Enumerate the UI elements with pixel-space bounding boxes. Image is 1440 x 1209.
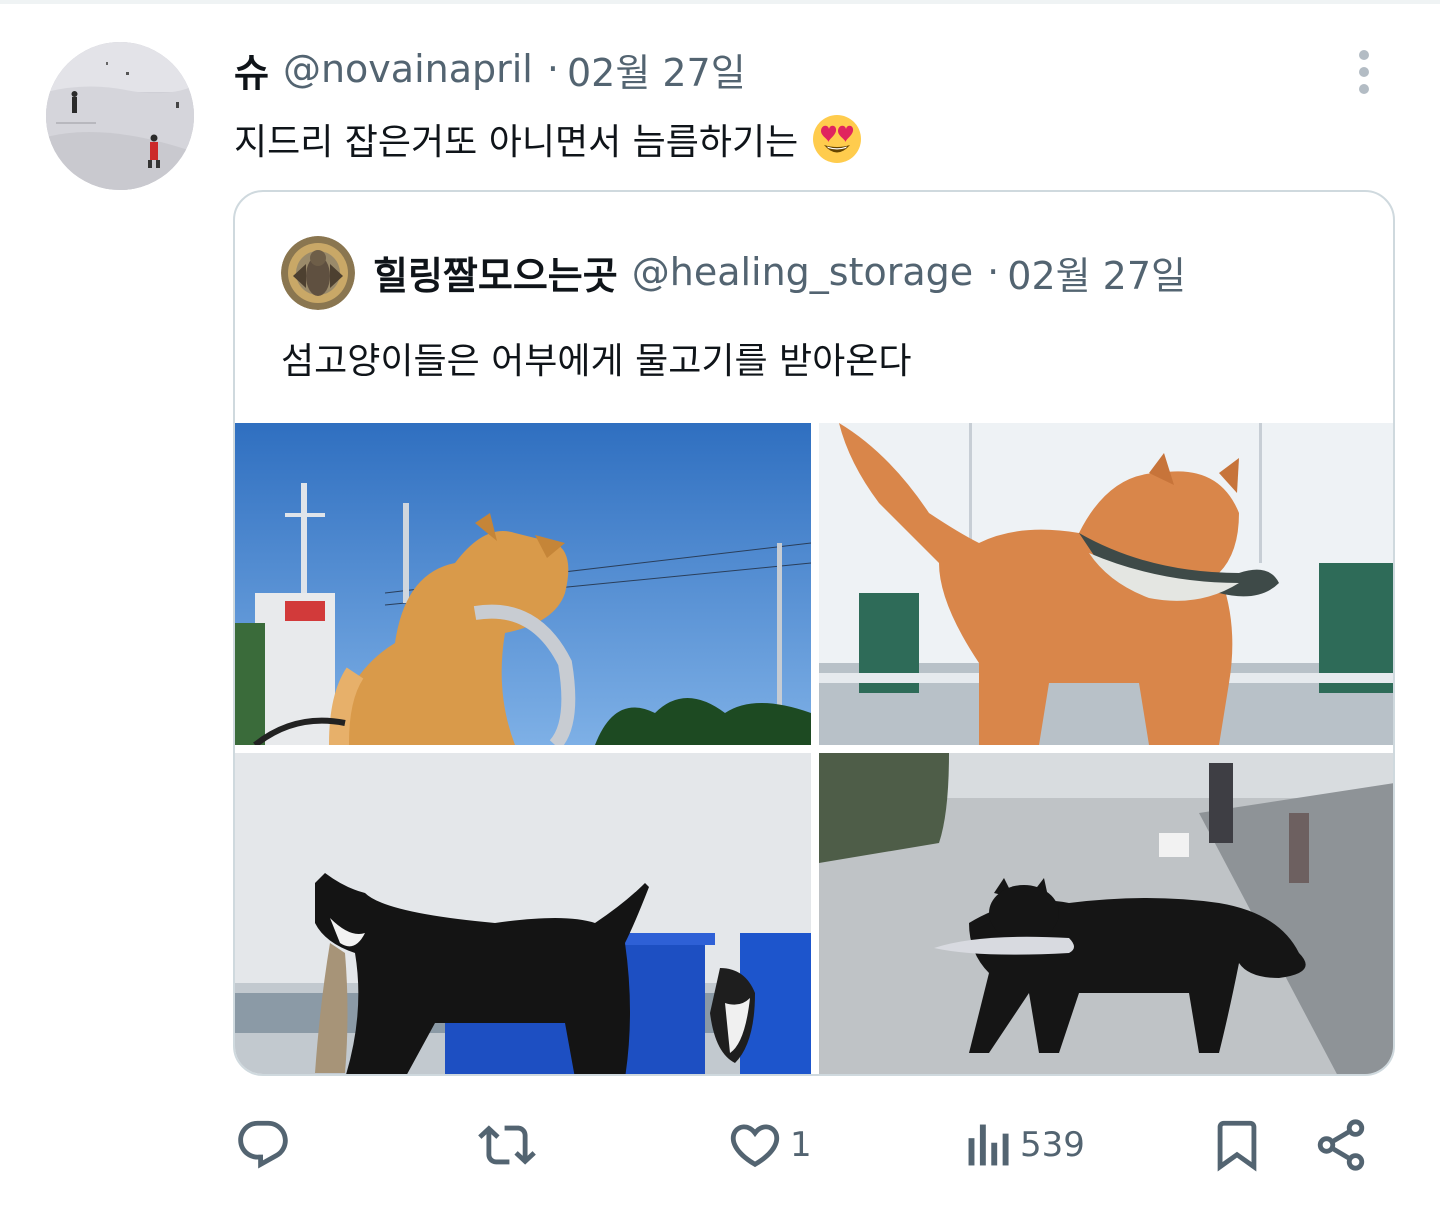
author-name[interactable]: 슈 <box>234 42 269 97</box>
quote-header: 힐링짤모으는곳 @healing_storage · 02월 27일 <box>373 248 1186 298</box>
quoted-tweet-card[interactable]: 힐링짤모으는곳 @healing_storage · 02월 27일 섬고양이들… <box>233 190 1395 1076</box>
tweet-text-content: 지드리 잡은거또 아니면서 늠름하기는 <box>234 122 799 163</box>
photo-grid <box>235 423 1393 1074</box>
photo-1[interactable] <box>235 423 811 745</box>
bookmark-button[interactable] <box>1208 1110 1272 1180</box>
share-button[interactable] <box>1312 1110 1376 1180</box>
more-vertical-icon <box>1359 50 1369 94</box>
quote-author-handle[interactable]: @healing_storage <box>632 250 973 294</box>
reply-button[interactable] <box>234 1110 298 1180</box>
views-icon <box>968 1124 1009 1166</box>
photo-2[interactable] <box>819 423 1393 745</box>
share-icon <box>1317 1119 1365 1171</box>
like-button[interactable]: 1 <box>726 1110 812 1180</box>
quote-date[interactable]: 02월 27일 <box>1007 245 1186 300</box>
photo-4[interactable] <box>819 753 1393 1074</box>
heart-icon <box>730 1124 780 1168</box>
quote-separator-dot: · <box>987 250 1000 294</box>
views-count: 539 <box>1020 1125 1085 1165</box>
top-divider <box>0 0 1440 4</box>
more-options-button[interactable] <box>1340 46 1388 98</box>
reply-icon <box>238 1120 288 1169</box>
quote-text: 섬고양이들은 어부에게 물고기를 받아온다 <box>281 341 912 382</box>
retweet-button[interactable] <box>478 1110 542 1180</box>
views-button[interactable]: 539 <box>964 1110 1085 1180</box>
retweet-icon <box>478 1125 536 1165</box>
tweet-text: 지드리 잡은거또 아니면서 늠름하기는 <box>234 112 862 166</box>
heart-eyes-emoji-icon <box>813 115 862 163</box>
photo-3[interactable] <box>235 753 811 1074</box>
author-avatar[interactable] <box>46 42 194 190</box>
action-bar: 1 539 <box>234 1110 1374 1180</box>
quote-author-name[interactable]: 힐링짤모으는곳 <box>373 245 618 300</box>
tweet-header: 슈 @novainapril · 02월 27일 <box>234 46 746 95</box>
separator-dot: · <box>546 47 559 91</box>
like-count: 1 <box>790 1125 812 1165</box>
tweet-date[interactable]: 02월 27일 <box>567 42 746 97</box>
bookmark-icon <box>1217 1120 1257 1172</box>
author-handle[interactable]: @novainapril <box>283 47 533 91</box>
quote-author-avatar[interactable] <box>281 236 355 310</box>
